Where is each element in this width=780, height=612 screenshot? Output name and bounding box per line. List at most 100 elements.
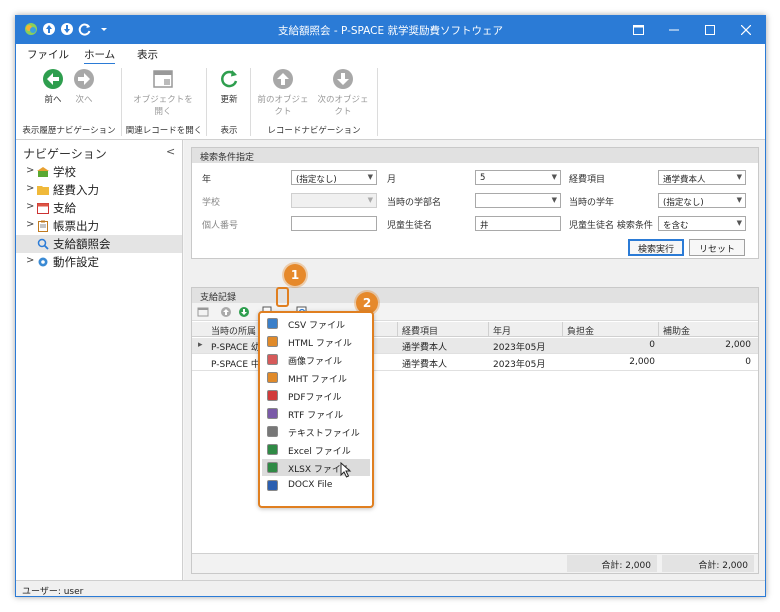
grade-label: 当時の学年 <box>569 198 615 208</box>
callout-highlight-export-dropdown <box>276 287 289 307</box>
personal-no-label: 個人番号 <box>202 221 239 231</box>
nav-item-school[interactable]: > 学校 <box>16 163 182 181</box>
pdf-file-icon <box>267 390 278 401</box>
status-bar: ユーザー: user <box>16 580 765 597</box>
next-object-button[interactable]: 次のオブジェクト <box>314 68 372 117</box>
status-user: ユーザー: user <box>22 587 84 597</box>
expense-select[interactable]: 通学費本人 ▼ <box>658 170 746 185</box>
dropdown-arrow-icon: ▼ <box>736 173 742 181</box>
chevron-right-icon[interactable]: > <box>26 219 34 230</box>
column-separator <box>397 322 398 337</box>
window-icon[interactable] <box>197 306 209 318</box>
chevron-right-icon[interactable]: > <box>26 165 34 176</box>
group-related-records: 関連レコードを開く <box>125 126 203 136</box>
excel-file-icon <box>267 444 278 455</box>
year-select[interactable]: (指定なし) ▼ <box>291 170 377 185</box>
dropdown-arrow-icon: ▼ <box>736 219 742 227</box>
close-button[interactable] <box>728 16 764 44</box>
forward-arrow-icon <box>74 69 94 89</box>
cell-year-month: 2023年05月 <box>493 343 546 353</box>
export-html[interactable]: HTML ファイル <box>262 333 370 350</box>
refresh-button[interactable]: 更新 <box>214 68 244 105</box>
column-expense[interactable]: 経費項目 <box>402 324 438 337</box>
nav-item-payment[interactable]: > 支給 <box>16 199 182 217</box>
export-mht[interactable]: MHT ファイル <box>262 369 370 386</box>
group-record-nav: レコードナビゲーション <box>267 126 361 136</box>
text-file-icon <box>267 426 278 437</box>
back-button[interactable]: 前へ <box>38 68 68 105</box>
export-xlsx[interactable]: XLSX ファイル <box>262 459 370 478</box>
nav-item-settings[interactable]: > 動作設定 <box>16 253 182 271</box>
open-object-button[interactable]: オブジェクトを開く <box>130 68 196 117</box>
menu-view[interactable]: 表示 <box>137 47 158 62</box>
minimize-button[interactable] <box>656 16 692 44</box>
menu-bar: ファイル ホーム 表示 <box>16 44 765 65</box>
search-panel: 検索条件指定 年 (指定なし) ▼ 月 5 ▼ 経費項目 通学費本人 ▼ 学校 ▼ 当… <box>191 147 759 259</box>
dropdown-arrow-icon: ▼ <box>551 173 557 181</box>
column-year-month[interactable]: 年月 <box>493 324 511 337</box>
school-label: 学校 <box>202 198 221 208</box>
expense-label: 経費項目 <box>569 175 606 185</box>
chevron-left-icon[interactable]: < <box>166 145 175 158</box>
open-object-label: オブジェクトを開く <box>133 95 193 117</box>
name-condition-select[interactable]: を含む ▼ <box>658 216 746 231</box>
search-button[interactable]: 検索実行 <box>628 239 684 256</box>
cell-expense: 通学費本人 <box>402 360 448 370</box>
export-rtf[interactable]: RTF ファイル <box>262 405 370 422</box>
export-image[interactable]: 画像ファイル <box>262 351 370 368</box>
back-arrow-icon <box>43 69 63 89</box>
search-icon <box>37 238 49 250</box>
student-name-input[interactable]: 井 <box>475 216 561 231</box>
ribbon-separator <box>377 68 378 136</box>
nav-item-expense-entry[interactable]: > 経費入力 <box>16 181 182 199</box>
export-pdf[interactable]: PDFファイル <box>262 387 370 404</box>
column-affiliation[interactable]: 当時の所属 <box>211 324 256 337</box>
personal-no-input[interactable] <box>291 216 377 231</box>
ribbon: 前へ 次へ 表示履歴ナビゲーション オブジェクトを開く 関連レコードを開く 更新… <box>16 64 765 140</box>
column-subsidy[interactable]: 補助金 <box>663 324 690 337</box>
down-arrow-icon <box>333 69 353 89</box>
reset-button[interactable]: リセット <box>689 239 745 256</box>
mht-file-icon <box>267 372 278 383</box>
menu-home[interactable]: ホーム <box>84 47 116 65</box>
nav-item-label: 学校 <box>53 165 76 179</box>
export-text[interactable]: テキストファイル <box>262 423 370 440</box>
rtf-file-icon <box>267 408 278 419</box>
grid-footer: 合計: 2,000 合計: 2,000 <box>192 553 758 573</box>
grade-select[interactable]: (指定なし) ▼ <box>658 193 746 208</box>
export-csv[interactable]: CSV ファイル <box>262 315 370 332</box>
nav-item-report-output[interactable]: > 帳票出力 <box>16 217 182 235</box>
month-select[interactable]: 5 ▼ <box>475 170 561 185</box>
export-excel[interactable]: Excel ファイル <box>262 441 370 458</box>
docx-file-icon <box>267 480 278 491</box>
nav-item-label: 帳票出力 <box>53 219 99 233</box>
group-history-nav: 表示履歴ナビゲーション <box>22 126 116 136</box>
export-docx[interactable]: DOCX File <box>262 477 370 494</box>
image-file-icon <box>267 354 278 365</box>
nav-item-payment-inquiry[interactable]: 支給額照会 <box>16 235 182 253</box>
layout-icon[interactable] <box>620 16 656 44</box>
total-burden: 合計: 2,000 <box>567 555 657 572</box>
column-separator <box>488 322 489 337</box>
menu-file[interactable]: ファイル <box>27 47 69 62</box>
title-bar: 支給額照会 - P-SPACE 就学奨励費ソフトウェア <box>16 16 765 44</box>
chevron-right-icon[interactable]: > <box>26 255 34 266</box>
chevron-right-icon[interactable]: > <box>26 201 34 212</box>
group-view: 表示 <box>220 126 238 136</box>
column-burden[interactable]: 負担金 <box>567 324 594 337</box>
forward-button[interactable]: 次へ <box>69 68 99 105</box>
cell-affiliation: P-SPACE 中 <box>211 360 260 370</box>
column-separator <box>658 322 659 337</box>
faculty-select[interactable]: ▼ <box>475 193 561 208</box>
school-select[interactable]: ▼ <box>291 193 377 208</box>
prev-object-button[interactable]: 前のオブジェクト <box>254 68 312 117</box>
maximize-button[interactable] <box>692 16 728 44</box>
chevron-right-icon[interactable]: > <box>26 183 34 194</box>
dropdown-arrow-icon: ▼ <box>736 196 742 204</box>
callout-badge-1: 1 <box>284 264 306 286</box>
up-arrow-icon[interactable] <box>220 306 232 318</box>
window-icon <box>153 70 173 88</box>
down-arrow-icon[interactable] <box>238 306 250 318</box>
ribbon-separator <box>250 68 251 136</box>
calendar-icon <box>37 203 49 214</box>
